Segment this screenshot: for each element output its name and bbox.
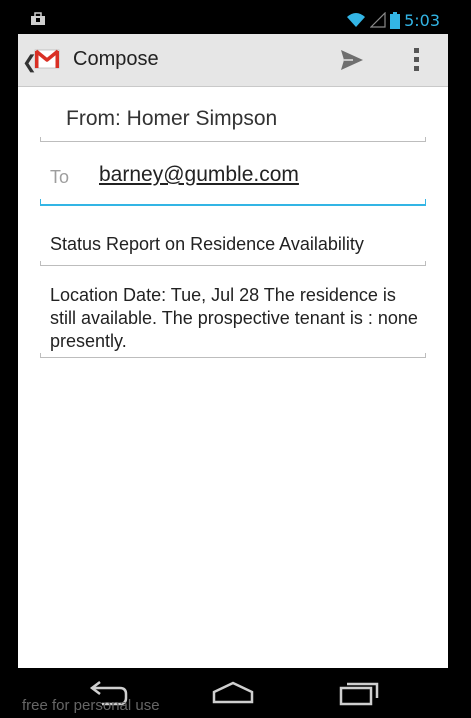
to-label: To — [50, 167, 70, 187]
action-bar-title: Compose — [73, 48, 159, 70]
subject-field[interactable]: Status Report on Residence Availability — [40, 216, 426, 266]
to-field[interactable]: To barney@gumble.com — [40, 146, 426, 206]
body-value: Location Date: Tue, Jul 28 The residence… — [50, 285, 418, 351]
subject-value: Status Report on Residence Availability — [50, 234, 364, 254]
wifi-icon — [347, 13, 366, 27]
to-underline — [40, 199, 426, 206]
subject-underline — [40, 260, 426, 266]
body-underline — [40, 352, 426, 358]
phone-screen: 5:03 ❮ Compose From: Homer Simpson To ba… — [18, 6, 448, 668]
overflow-menu-icon[interactable] — [410, 46, 424, 74]
status-bar: 5:03 — [18, 6, 448, 34]
from-underline — [40, 136, 426, 142]
battery-icon — [390, 11, 401, 29]
signal-icon — [370, 12, 386, 28]
body-field[interactable]: Location Date: Tue, Jul 28 The residence… — [40, 276, 426, 358]
watermark: free for personal use — [22, 697, 160, 714]
home-icon[interactable] — [212, 680, 254, 706]
from-value: From: Homer Simpson — [66, 107, 278, 130]
status-time: 5:03 — [404, 10, 440, 30]
action-bar: ❮ Compose — [18, 34, 448, 87]
to-recipient-chip[interactable]: barney@gumble.com — [99, 163, 299, 187]
recent-apps-icon[interactable] — [338, 680, 380, 706]
from-field[interactable]: From: Homer Simpson — [40, 86, 426, 142]
send-icon[interactable] — [341, 50, 363, 70]
notification-bag-icon — [31, 12, 45, 25]
status-icons: 5:03 — [346, 8, 440, 32]
gmail-icon[interactable] — [34, 48, 60, 70]
